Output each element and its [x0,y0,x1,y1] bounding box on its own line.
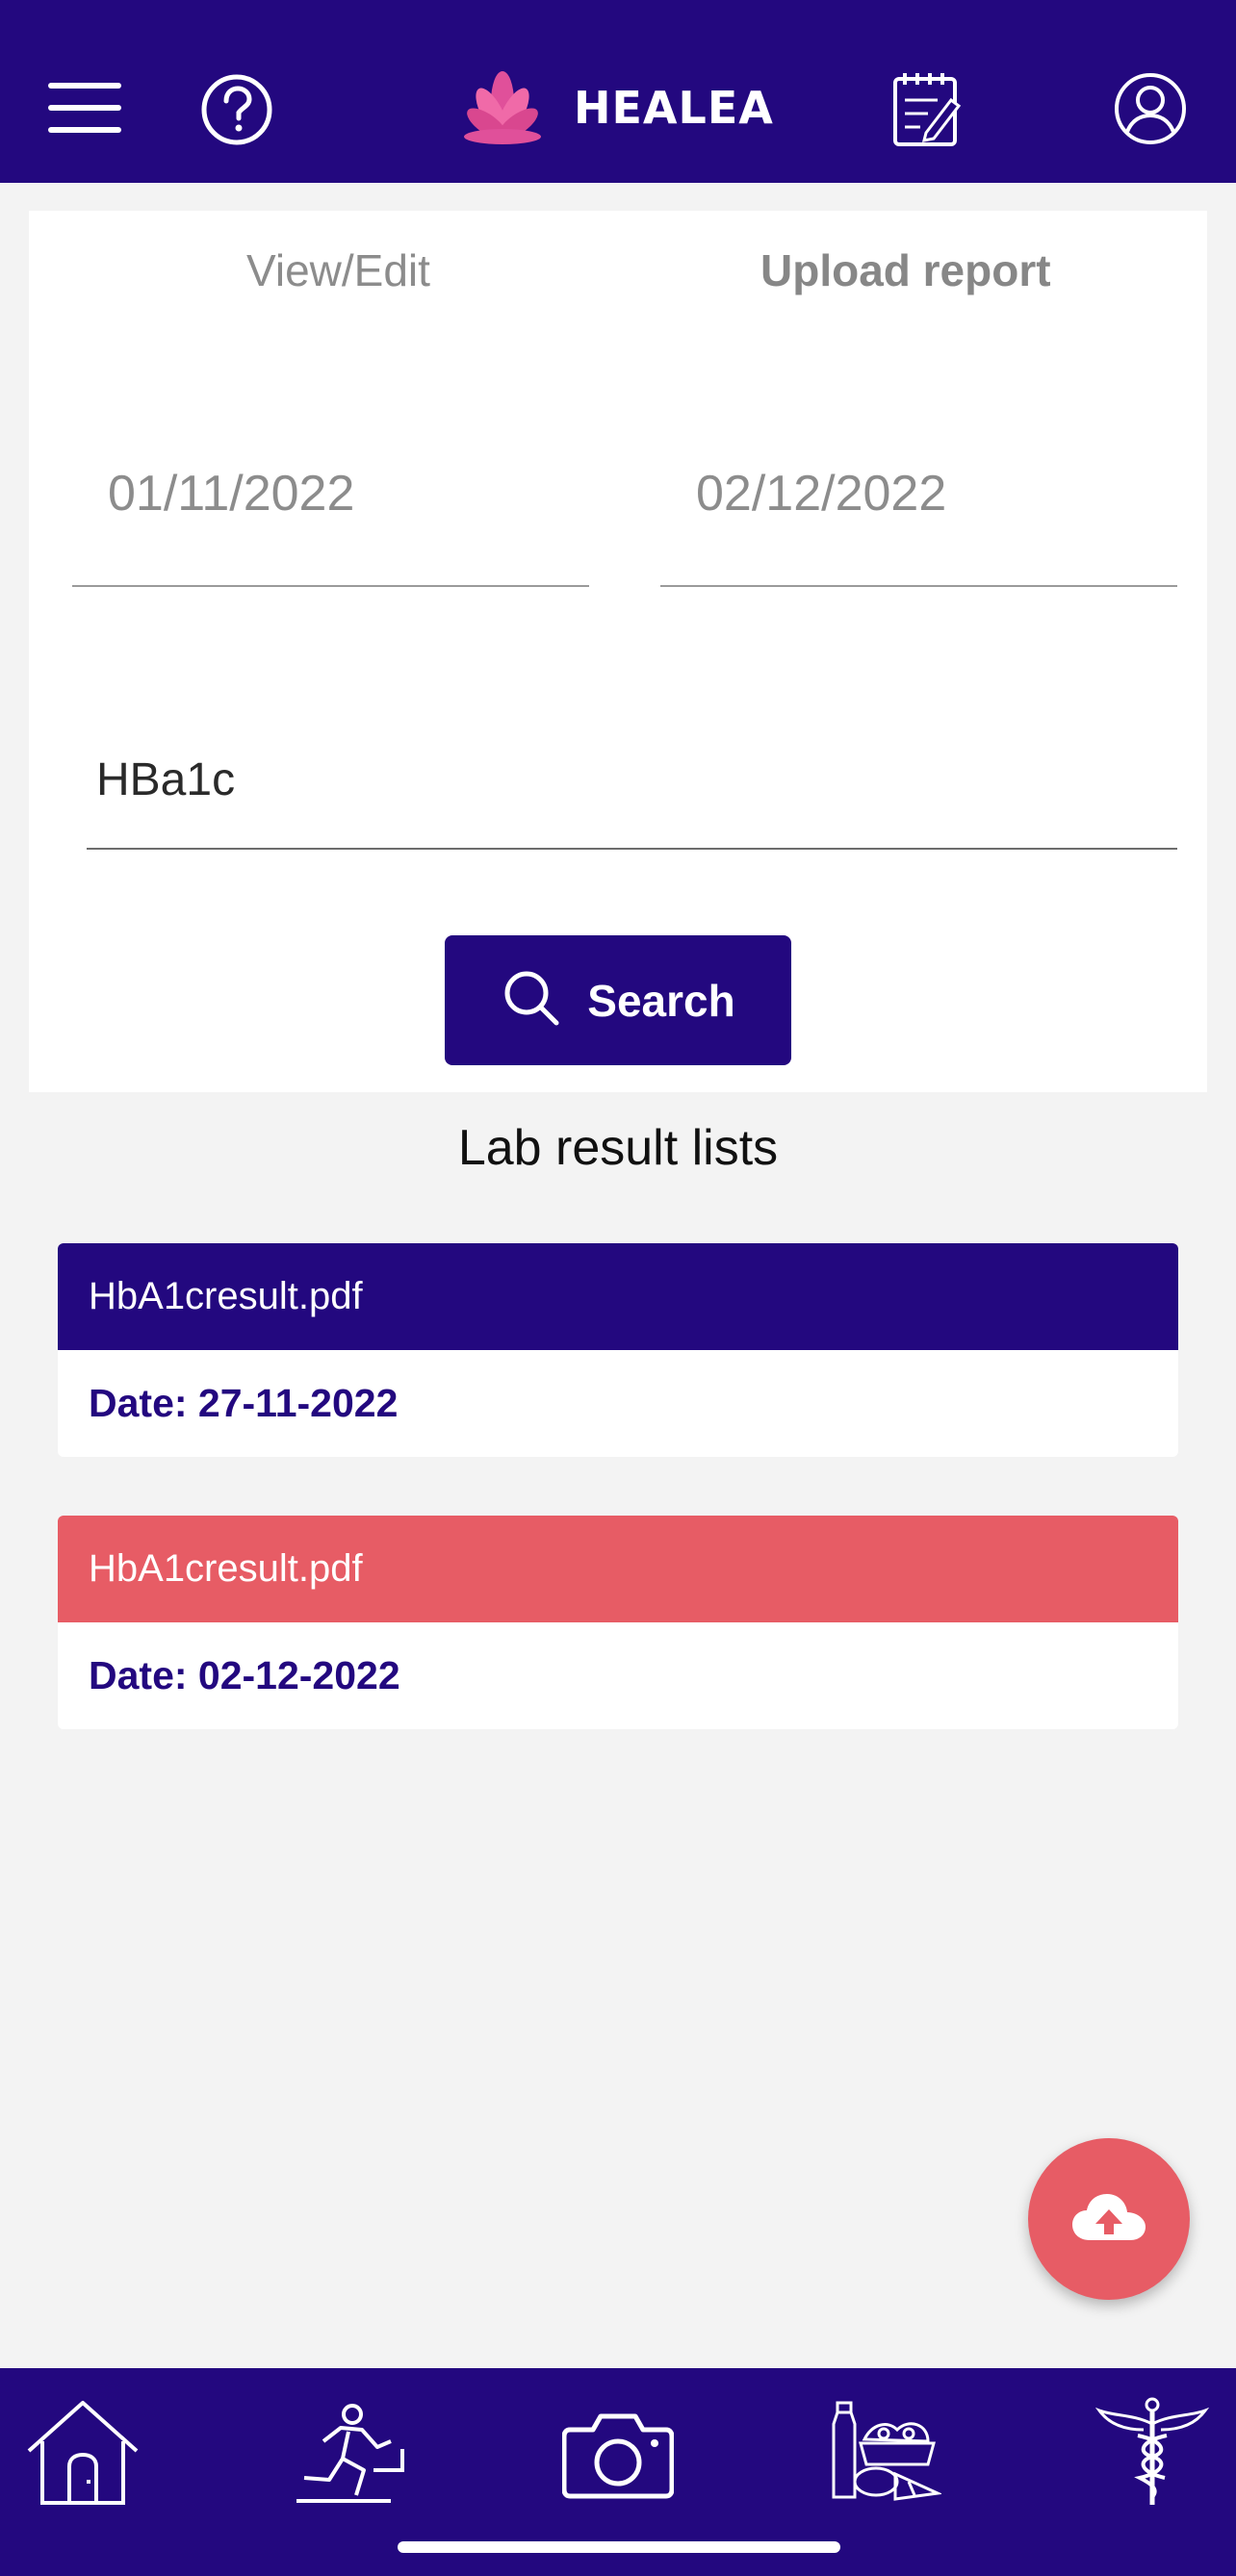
home-icon[interactable] [25,2399,141,2507]
brand-logo: HEALEA [445,67,774,148]
to-date-value: 02/12/2022 [696,466,947,522]
lotus-logo-icon [445,65,560,151]
search-icon [501,967,562,1033]
upload-fab-button[interactable] [1028,2138,1190,2300]
results-title: Lab result lists [457,1120,779,1176]
menu-icon[interactable] [48,79,121,137]
test-name-value: HBa1c [96,754,236,805]
top-app-bar: HEALEA [0,0,1236,183]
result-card[interactable]: HbA1cresult.pdf Date: 02-12-2022 [58,1516,1178,1729]
food-icon[interactable] [828,2401,943,2507]
cloud-upload-icon [1072,2192,1146,2247]
profile-icon[interactable] [1113,71,1188,146]
search-button-label: Search [587,975,735,1026]
from-date-value: 01/11/2022 [108,466,355,522]
camera-icon[interactable] [561,2410,675,2499]
tab-upload-report[interactable]: Upload report [760,244,1051,296]
notepad-icon[interactable] [891,71,963,148]
to-date-field[interactable]: 02/12/2022 [660,450,1177,587]
from-date-field[interactable]: 01/11/2022 [72,450,589,587]
result-file-name: HbA1cresult.pdf [58,1243,1178,1350]
result-file-name: HbA1cresult.pdf [58,1516,1178,1622]
medical-icon[interactable] [1094,2397,1210,2509]
result-date: Date: 27-11-2022 [89,1381,399,1425]
tab-view-edit[interactable]: View/Edit [246,244,430,296]
brand-name: HEALEA [574,82,774,134]
exercise-icon[interactable] [295,2403,406,2505]
result-date: Date: 02-12-2022 [89,1653,400,1697]
result-card[interactable]: HbA1cresult.pdf Date: 27-11-2022 [58,1243,1178,1457]
search-button[interactable]: Search [445,935,791,1065]
test-name-field[interactable]: HBa1c [87,741,1177,850]
help-icon[interactable] [200,73,273,146]
home-indicator [398,2541,840,2553]
